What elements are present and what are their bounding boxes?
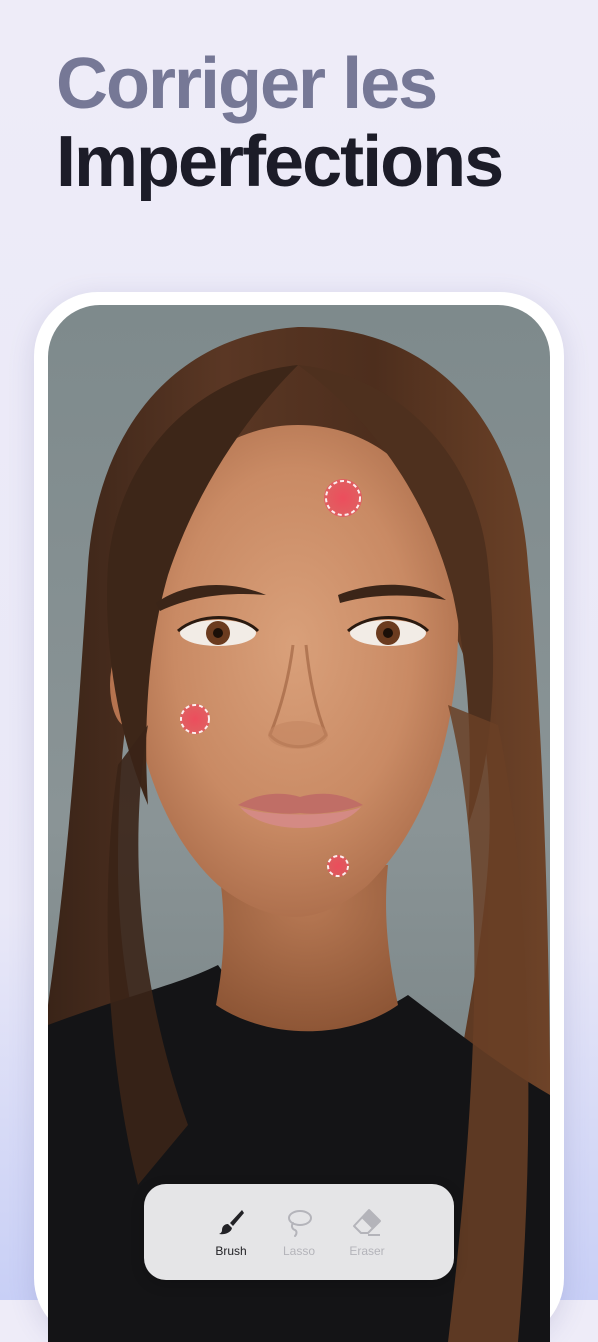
tool-label-lasso: Lasso (282, 1244, 316, 1258)
headline-line-2: Imperfections (56, 122, 504, 202)
tool-lasso[interactable]: Lasso (277, 1206, 321, 1258)
tool-label-eraser: Eraser (349, 1244, 385, 1258)
tool-label-brush: Brush (215, 1244, 247, 1258)
headline-line-1: Corriger les (56, 44, 438, 124)
tool-eraser[interactable]: Eraser (345, 1206, 389, 1258)
blemish-marker[interactable] (324, 479, 362, 517)
brush-icon (219, 1210, 244, 1235)
tool-brush[interactable]: Brush (209, 1206, 253, 1258)
headline: Corriger les Imperfections (56, 44, 504, 202)
editing-toolbar: Brush Lasso Eraser (144, 1184, 454, 1280)
eraser-icon (353, 1209, 381, 1236)
blemish-marker[interactable] (180, 704, 210, 734)
phone-screen: Brush Lasso Eraser (48, 305, 550, 1342)
blemish-marker[interactable] (327, 855, 349, 877)
phone-frame: Brush Lasso Eraser (34, 292, 564, 1342)
lasso-icon (288, 1210, 312, 1237)
